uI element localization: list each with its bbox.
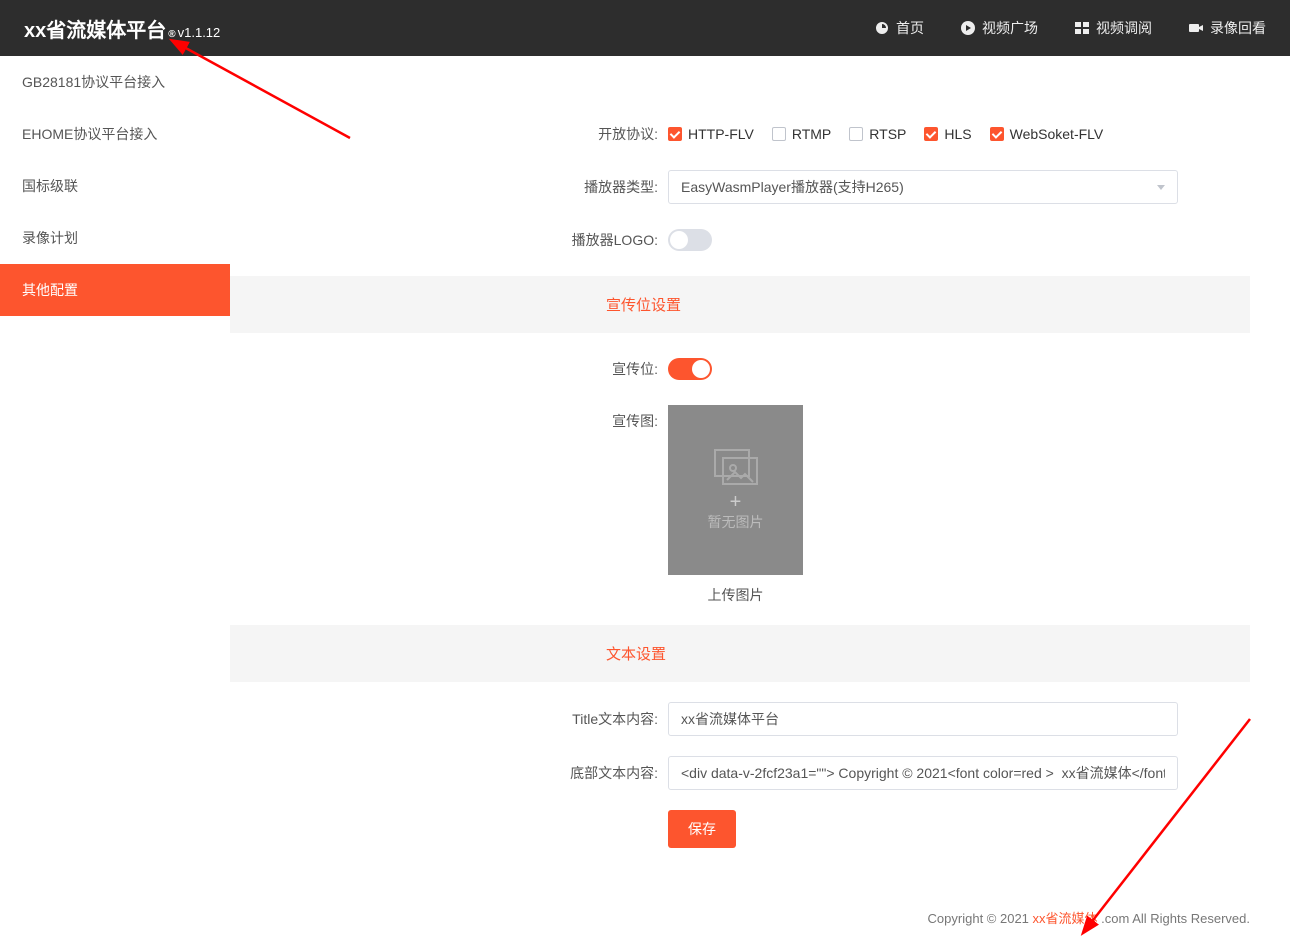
title-text-input[interactable] xyxy=(668,702,1178,736)
nav-label: 视频调阅 xyxy=(1096,18,1152,38)
play-circle-icon xyxy=(960,20,976,36)
radio-label: HLS xyxy=(928,56,955,57)
chk-label: HLS xyxy=(944,126,971,142)
nav-video-view[interactable]: 视频调阅 xyxy=(1074,18,1152,38)
chk-hls[interactable]: HLS xyxy=(924,126,971,142)
banner-switch-label: 宣传位: xyxy=(230,353,668,385)
sidebar-item-record-plan[interactable]: 录像计划 xyxy=(0,212,230,264)
checkbox-icon xyxy=(668,127,682,141)
footer-text-label: 底部文本内容: xyxy=(230,757,668,789)
section-text-heading: 文本设置 xyxy=(230,625,1250,682)
nav-home[interactable]: 首页 xyxy=(874,18,924,38)
chk-rtsp[interactable]: RTSP xyxy=(849,126,906,142)
radio-http-flv[interactable]: HTTP-FLV xyxy=(802,56,888,57)
chk-rtmp[interactable]: RTMP xyxy=(772,126,831,142)
footer-prefix: Copyright © 2021 xyxy=(928,911,1033,926)
chk-label: HTTP-FLV xyxy=(688,126,754,142)
radio-label: HTTP-FLV xyxy=(822,56,888,57)
chk-http-flv[interactable]: HTTP-FLV xyxy=(668,126,754,142)
chk-websocket-flv[interactable]: WebSoket-FLV xyxy=(990,126,1104,142)
upload-caption: 上传图片 xyxy=(668,585,803,605)
nav-label: 首页 xyxy=(896,18,924,38)
save-button[interactable]: 保存 xyxy=(668,810,736,848)
radio-label: WebSoket-FLV xyxy=(688,56,782,57)
section-banner-heading: 宣传位设置 xyxy=(230,276,1250,333)
image-placeholder-icon xyxy=(713,448,759,486)
main-content: 默认直播协议: WebSoket-FLV HTTP-FLV HLS 开放协议: … xyxy=(230,56,1290,945)
banner-image-label: 宣传图: xyxy=(230,405,668,437)
checkbox-icon xyxy=(772,127,786,141)
checkbox-icon xyxy=(849,127,863,141)
nav-label: 视频广场 xyxy=(982,18,1038,38)
chk-label: RTSP xyxy=(869,126,906,142)
radio-hls[interactable]: HLS xyxy=(908,56,955,57)
registered-mark: ® xyxy=(168,29,175,40)
sidebar-item-label: 录像计划 xyxy=(22,230,78,246)
brand-name: xx省流媒体平台 xyxy=(24,14,166,43)
plus-icon: + xyxy=(730,491,742,514)
player-logo-switch[interactable] xyxy=(668,229,712,251)
checkbox-icon xyxy=(924,127,938,141)
open-protocol-label: 开放协议: xyxy=(230,118,668,150)
grid-icon xyxy=(1074,20,1090,36)
brand-version: v1.1.12 xyxy=(178,25,221,40)
sidebar: GB28181协议平台接入 EHOME协议平台接入 国标级联 录像计划 其他配置 xyxy=(0,56,230,945)
sidebar-item-gb28181[interactable]: GB28181协议平台接入 xyxy=(0,56,230,108)
footer-copyright: Copyright © 2021 xx省流媒体 .com All Rights … xyxy=(928,908,1250,927)
sidebar-item-label: GB28181协议平台接入 xyxy=(22,74,165,90)
sidebar-item-label: 国标级联 xyxy=(22,178,78,194)
footer-accent: xx省流媒体 xyxy=(1033,911,1098,926)
checkbox-icon xyxy=(990,127,1004,141)
sidebar-item-cascade[interactable]: 国标级联 xyxy=(0,160,230,212)
open-protocol-group: HTTP-FLV RTMP RTSP HLS WebSoket-FLV xyxy=(668,126,1250,142)
banner-switch[interactable] xyxy=(668,358,712,380)
sidebar-item-ehome[interactable]: EHOME协议平台接入 xyxy=(0,108,230,160)
chk-label: RTMP xyxy=(792,126,831,142)
sidebar-item-label: EHOME协议平台接入 xyxy=(22,126,157,142)
player-logo-label: 播放器LOGO: xyxy=(230,224,668,256)
select-value: EasyWasmPlayer播放器(支持H265) xyxy=(681,177,904,197)
banner-image-upload[interactable]: + 暂无图片 xyxy=(668,405,803,575)
dashboard-icon xyxy=(874,20,890,36)
sidebar-item-other-config[interactable]: 其他配置 xyxy=(0,264,230,316)
top-nav: 首页 视频广场 视频调阅 录像回看 xyxy=(874,18,1266,38)
player-type-select[interactable]: EasyWasmPlayer播放器(支持H265) xyxy=(668,170,1178,204)
header: xx省流媒体平台 ® v1.1.12 首页 视频广场 视频调阅 录像回看 xyxy=(0,0,1290,56)
footer-text-input[interactable] xyxy=(668,756,1178,790)
nav-video-square[interactable]: 视频广场 xyxy=(960,18,1038,38)
chk-label: WebSoket-FLV xyxy=(1010,126,1104,142)
nav-label: 录像回看 xyxy=(1210,18,1266,38)
image-placeholder-text: 暂无图片 xyxy=(708,512,764,532)
camera-icon xyxy=(1188,20,1204,36)
radio-websocket-flv[interactable]: WebSoket-FLV xyxy=(668,56,782,57)
sidebar-item-label: 其他配置 xyxy=(22,282,78,298)
title-text-label: Title文本内容: xyxy=(230,703,668,735)
player-type-label: 播放器类型: xyxy=(230,171,668,203)
default-protocol-label: 默认直播协议: xyxy=(230,56,668,65)
brand: xx省流媒体平台 ® v1.1.12 xyxy=(24,14,220,43)
default-protocol-group: WebSoket-FLV HTTP-FLV HLS xyxy=(668,56,955,57)
nav-record-playback[interactable]: 录像回看 xyxy=(1188,18,1266,38)
footer-suffix: .com All Rights Reserved. xyxy=(1098,911,1250,926)
